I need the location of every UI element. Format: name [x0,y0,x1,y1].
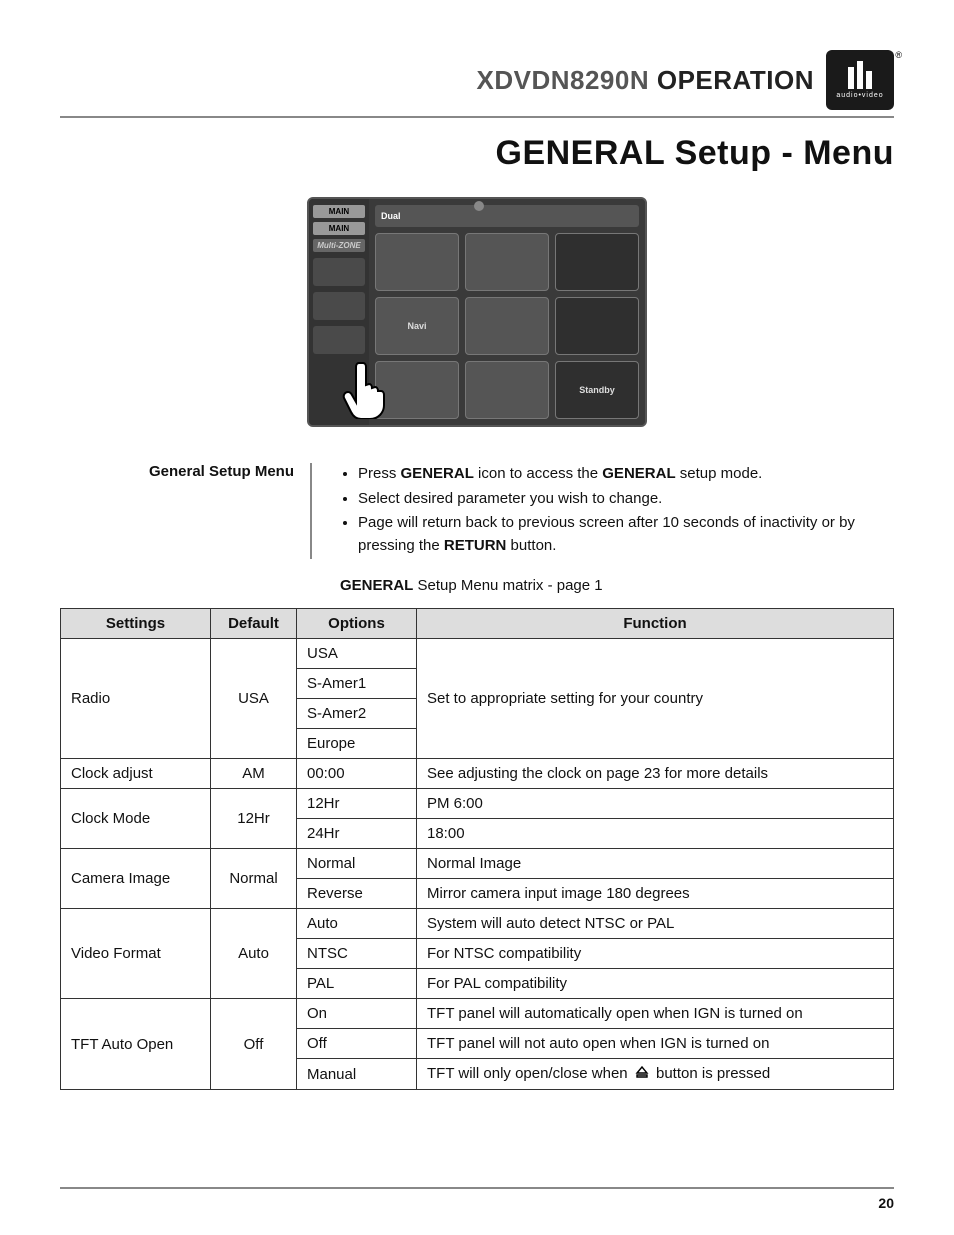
table-row: Video Format Auto Auto System will auto … [61,909,894,939]
device-tab-main2: MAIN [313,222,365,235]
cell-option: S-Amer2 [297,699,417,729]
instruction-list: Press GENERAL icon to access the GENERAL… [336,463,894,557]
header-word: OPERATION [657,65,814,95]
table-row: Clock adjust AM 00:00 See adjusting the … [61,759,894,789]
header-title: XDVDN8290N OPERATION [476,65,814,96]
cell-option: On [297,999,417,1029]
cell-setting: Video Format [61,909,211,999]
device-tab-multizone: Multi-ZONE [313,239,365,252]
cell-function: TFT panel will automatically open when I… [417,999,894,1029]
device-cell-disc-icon [465,233,549,291]
device-tab-main: MAIN [313,205,365,218]
col-settings: Settings [61,609,211,639]
cell-option: NTSC [297,939,417,969]
table-row: TFT Auto Open Off On TFT panel will auto… [61,999,894,1029]
cell-default: 12Hr [211,789,297,849]
logo-subtext: audio•video [836,92,883,99]
device-cell-bt-icon [555,297,639,355]
brand-logo: ® audio•video [826,50,894,110]
cell-default: Off [211,999,297,1090]
bluetooth-icon [474,201,484,211]
col-function: Function [417,609,894,639]
device-screen: MAIN MAIN Multi-ZONE Dual Navi Standby [307,197,647,427]
header-rule [60,116,894,118]
cell-setting: Clock adjust [61,759,211,789]
cell-function: See adjusting the clock on page 23 for m… [417,759,894,789]
cell-default: AM [211,759,297,789]
instruction-item: Select desired parameter you wish to cha… [358,488,894,511]
cell-option: 12Hr [297,789,417,819]
cell-setting: TFT Auto Open [61,999,211,1090]
device-cell-aux-icon [465,297,549,355]
cell-option: Off [297,1029,417,1059]
cell-option: Reverse [297,879,417,909]
footer-rule [60,1187,894,1189]
header-model: XDVDN8290N [476,65,649,95]
logo-bars-icon [848,61,872,89]
cell-function: System will auto detect NTSC or PAL [417,909,894,939]
cell-option: Manual [297,1059,417,1090]
cell-option: Europe [297,729,417,759]
cell-function: PM 6:00 [417,789,894,819]
matrix-caption: GENERAL Setup Menu matrix - page 1 [340,577,894,594]
device-cell-ipod-icon [555,233,639,291]
device-side-icon [313,258,365,286]
col-options: Options [297,609,417,639]
cell-option: S-Amer1 [297,669,417,699]
device-cell-standby: Standby [555,361,639,419]
cell-function: Normal Image [417,849,894,879]
section-label: General Setup Menu [140,463,312,559]
cell-option: 24Hr [297,819,417,849]
device-side-icon [313,292,365,320]
device-grid: Navi Standby [375,233,639,419]
cell-default: USA [211,639,297,759]
cell-function: For NTSC compatibility [417,939,894,969]
col-default: Default [211,609,297,639]
page-header: XDVDN8290N OPERATION ® audio•video [60,50,894,110]
settings-table: Settings Default Options Function Radio … [60,608,894,1090]
cell-option: Normal [297,849,417,879]
instruction-item: Page will return back to previous screen… [358,512,894,557]
table-row: Clock Mode 12Hr 12Hr PM 6:00 [61,789,894,819]
cell-default: Normal [211,849,297,909]
table-header-row: Settings Default Options Function [61,609,894,639]
table-row: Radio USA USA Set to appropriate setting… [61,639,894,669]
device-illustration: MAIN MAIN Multi-ZONE Dual Navi Standby [60,197,894,427]
cell-function: For PAL compatibility [417,969,894,999]
device-cell-setup-icon [465,361,549,419]
hand-pointer-icon [341,359,391,419]
page-number: 20 [878,1195,894,1211]
device-cell-navi: Navi [375,297,459,355]
cell-option: 00:00 [297,759,417,789]
page-title: GENERAL Setup - Menu [60,134,894,173]
device-cell-radio-icon [375,233,459,291]
device-main: Dual Navi Standby [369,199,645,425]
section-body: Press GENERAL icon to access the GENERAL… [312,463,894,559]
device-brand-bar: Dual [375,205,639,227]
registered-icon: ® [895,50,902,60]
cell-default: Auto [211,909,297,999]
cell-setting: Radio [61,639,211,759]
table-row: Camera Image Normal Normal Normal Image [61,849,894,879]
cell-option: Auto [297,909,417,939]
cell-setting: Clock Mode [61,789,211,849]
cell-setting: Camera Image [61,849,211,909]
device-side-icon [313,326,365,354]
cell-option: USA [297,639,417,669]
section-general-setup: General Setup Menu Press GENERAL icon to… [140,463,894,559]
cell-function: TFT panel will not auto open when IGN is… [417,1029,894,1059]
cell-function: 18:00 [417,819,894,849]
cell-function: Set to appropriate setting for your coun… [417,639,894,759]
cell-option: PAL [297,969,417,999]
eject-icon [634,1065,650,1083]
cell-function: TFT will only open/close when button is … [417,1059,894,1090]
instruction-item: Press GENERAL icon to access the GENERAL… [358,463,894,486]
cell-function: Mirror camera input image 180 degrees [417,879,894,909]
